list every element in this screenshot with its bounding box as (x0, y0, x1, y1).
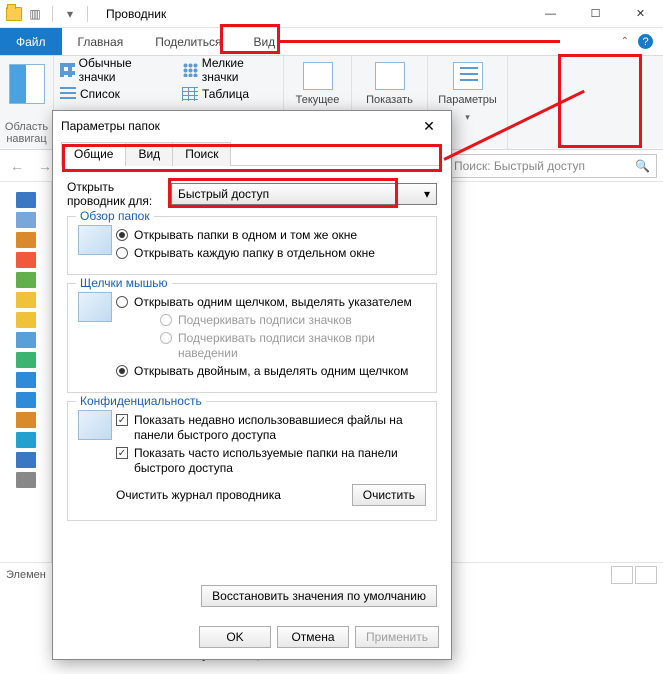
app-icon (6, 7, 22, 21)
sidebar-item[interactable] (16, 272, 36, 288)
navigation-pane-label: Область навигац (5, 119, 48, 145)
restore-defaults-button[interactable]: Восстановить значения по умолчанию (201, 585, 437, 607)
clear-history-label: Очистить журнал проводника (116, 488, 344, 502)
chevron-down-icon: ▾ (424, 187, 430, 201)
click-behavior-group: Щелчки мышью Открывать одним щелчком, вы… (67, 283, 437, 393)
sidebar-item[interactable] (16, 472, 36, 488)
cancel-button[interactable]: Отмена (277, 626, 349, 648)
check-recent-files[interactable]: Показать недавно использовавшиеся файлы … (116, 413, 426, 443)
tab-home[interactable]: Главная (62, 28, 140, 55)
back-button[interactable]: ← (6, 155, 28, 177)
radio-underline-always: Подчеркивать подписи значков (160, 313, 426, 328)
radio-single-click[interactable]: Открывать одним щелчком, выделять указат… (116, 295, 426, 310)
title-bar: ▥ ▾ Проводник ― ☐ ✕ (0, 0, 663, 28)
sidebar-item[interactable] (16, 352, 36, 368)
status-text: Элемен (6, 569, 46, 581)
open-for-select[interactable]: Быстрый доступ ▾ (171, 183, 437, 205)
sidebar-item[interactable] (16, 332, 36, 348)
folder-options-dialog: Параметры папок ✕ Общие Вид Поиск Открыт… (52, 110, 452, 660)
help-icon[interactable]: ? (638, 34, 653, 49)
apply-button[interactable]: Применить (355, 626, 439, 648)
radio-new-window[interactable]: Открывать каждую папку в отдельном окне (116, 246, 426, 261)
sidebar-item[interactable] (16, 412, 36, 428)
tab-general[interactable]: Общие (61, 142, 126, 166)
sidebar-item[interactable] (16, 392, 36, 408)
checkbox-list-icon (375, 62, 405, 90)
file-tab[interactable]: Файл (0, 28, 62, 55)
check-frequent-folders[interactable]: Показать часто используемые папки на пан… (116, 446, 426, 476)
radio-double-click[interactable]: Открывать двойным, а выделять одним щелч… (116, 364, 426, 379)
search-input[interactable]: Поиск: Быстрый доступ 🔍 (447, 154, 657, 178)
search-icon: 🔍 (635, 159, 650, 173)
sidebar-item[interactable] (16, 452, 36, 468)
collapse-ribbon-icon[interactable]: ⌃ (621, 36, 629, 47)
close-button[interactable]: ✕ (618, 0, 663, 28)
sidebar-item[interactable] (16, 432, 36, 448)
dialog-title: Параметры папок (61, 119, 160, 133)
maximize-button[interactable]: ☐ (573, 0, 618, 28)
sidebar-item[interactable] (16, 312, 36, 328)
search-placeholder: Поиск: Быстрый доступ (454, 159, 585, 173)
open-for-label: Открыть проводник для: (67, 180, 163, 208)
tab-search[interactable]: Поиск (172, 142, 231, 166)
minimize-button[interactable]: ― (528, 0, 573, 28)
options-icon (453, 62, 483, 90)
browse-icon (78, 225, 112, 255)
sidebar-item[interactable] (16, 292, 36, 308)
sidebar-item[interactable] (16, 232, 36, 248)
highlight-connector (280, 40, 560, 43)
nav-sidebar (0, 182, 52, 562)
columns-icon (303, 62, 333, 90)
navigation-pane-icon[interactable] (9, 64, 45, 104)
clear-history-button[interactable]: Очистить (352, 484, 426, 506)
browse-folders-group: Обзор папок Открывать папки в одном и то… (67, 216, 437, 275)
sidebar-item[interactable] (16, 372, 36, 388)
dialog-close-button[interactable]: ✕ (415, 115, 443, 137)
layout-list[interactable]: СписокТаблица (60, 84, 277, 104)
radio-same-window[interactable]: Открывать папки в одном и том же окне (116, 228, 426, 243)
sidebar-item[interactable] (16, 192, 36, 208)
radio-underline-hover: Подчеркивать подписи значков при наведен… (160, 331, 426, 361)
window-title: Проводник (106, 7, 166, 21)
qat-properties-icon[interactable]: ▥ (26, 5, 44, 23)
cursor-icon (78, 292, 112, 322)
ok-button[interactable]: OK (199, 626, 271, 648)
qat-dropdown-icon[interactable]: ▾ (61, 5, 79, 23)
sidebar-item[interactable] (16, 212, 36, 228)
tab-share[interactable]: Поделиться (139, 28, 237, 55)
privacy-group: Конфиденциальность Показать недавно испо… (67, 401, 437, 521)
layout-medium-icons[interactable]: Обычные значкиМелкие значки (60, 60, 277, 80)
sidebar-item[interactable] (16, 252, 36, 268)
tab-view[interactable]: Вид (125, 142, 173, 166)
privacy-icon (78, 410, 112, 440)
